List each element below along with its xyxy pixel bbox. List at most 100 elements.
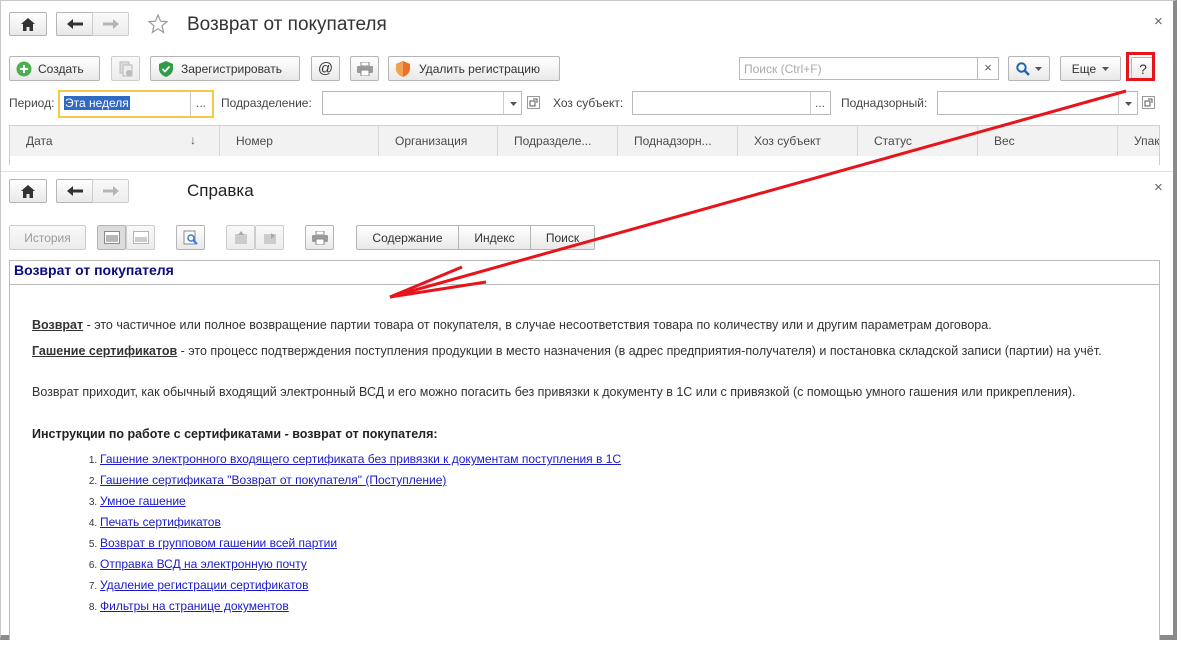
column-header-label: Поднадзорн... — [634, 134, 712, 148]
forward-button[interactable] — [92, 12, 129, 36]
find-in-page-button[interactable] — [176, 225, 205, 250]
help-print-button[interactable] — [305, 225, 334, 250]
divider — [810, 92, 811, 114]
copy-button[interactable] — [111, 56, 140, 81]
search-placeholder: Поиск (Ctrl+F) — [744, 62, 822, 76]
find-in-page-icon — [183, 230, 198, 245]
close-icon[interactable]: × — [1154, 179, 1163, 196]
instruction-link[interactable]: Гашение электронного входящего сертифика… — [100, 452, 621, 466]
column-header-subject[interactable]: Хоз субъект — [738, 126, 858, 156]
period-field[interactable]: Эта неделя ... — [58, 90, 214, 118]
back-arrow-icon — [66, 19, 83, 29]
column-header-label: Упак — [1134, 134, 1159, 148]
instruction-link[interactable]: Гашение сертификата "Возврат от покупате… — [100, 473, 446, 487]
column-header-label: Хоз субъект — [754, 134, 821, 148]
sort-arrow-icon: ↓ — [190, 133, 196, 147]
instruction-link[interactable]: Печать сертификатов — [100, 515, 221, 529]
star-icon[interactable] — [148, 14, 168, 34]
help-forward-button[interactable] — [92, 179, 129, 203]
more-button[interactable]: Еще — [1060, 56, 1121, 81]
hide-tree-button[interactable] — [126, 225, 155, 250]
list-item: Гашение сертификата "Возврат от покупате… — [100, 470, 621, 491]
column-header-organization[interactable]: Организация — [379, 126, 498, 156]
period-select-button[interactable]: ... — [196, 96, 206, 110]
close-icon[interactable]: × — [1154, 13, 1163, 30]
column-header-weight[interactable]: Вес — [978, 126, 1118, 156]
column-header-label: Дата — [26, 134, 53, 148]
tab-index[interactable]: Индекс — [458, 225, 531, 250]
subdivision-label: Подразделение: — [221, 96, 312, 110]
register-button[interactable]: Зарегистрировать — [150, 56, 300, 81]
prev-topic-icon — [234, 230, 247, 244]
column-header-label: Номер — [236, 134, 273, 148]
back-arrow-icon — [66, 186, 83, 196]
column-header-number[interactable]: Номер — [220, 126, 379, 156]
chevron-down-icon[interactable] — [1125, 102, 1132, 106]
instruction-link[interactable]: Отправка ВСД на электронную почту — [100, 557, 307, 571]
copy-icon — [119, 61, 132, 76]
history-button[interactable]: История — [9, 225, 86, 250]
prev-topic-button[interactable] — [226, 225, 255, 250]
list-item: Умное гашение — [100, 491, 621, 512]
chevron-down-icon — [1102, 66, 1110, 71]
create-button[interactable]: Создать — [9, 56, 100, 81]
instruction-link[interactable]: Фильтры на странице документов — [100, 599, 289, 613]
term-return: Возврат — [32, 318, 84, 332]
paragraph-text: - это частичное или полное возвращение п… — [83, 318, 992, 332]
shield-icon — [396, 60, 410, 77]
column-header-package[interactable]: Упак — [1118, 126, 1159, 156]
forward-arrow-icon — [102, 19, 119, 29]
more-label: Еще — [1071, 61, 1097, 76]
instruction-link[interactable]: Умное гашение — [100, 494, 186, 508]
search-clear-button[interactable]: × — [977, 57, 999, 80]
panel-icon — [103, 231, 120, 244]
page-title: Возврат от покупателя — [187, 14, 387, 35]
subject-label: Хоз субъект: — [553, 96, 624, 110]
chevron-down-icon[interactable] — [510, 102, 517, 106]
back-button[interactable] — [56, 12, 93, 36]
show-tree-button[interactable] — [97, 225, 126, 250]
period-label: Период: — [9, 96, 55, 110]
delete-registration-button[interactable]: Удалить регистрацию — [388, 56, 560, 81]
subject-select-button[interactable]: ... — [815, 96, 825, 110]
paragraph-text: - это процесс подтверждения поступления … — [177, 344, 1102, 358]
supervised-label: Поднадзорный: — [841, 96, 928, 110]
help-home-button[interactable] — [9, 179, 47, 203]
help-back-button[interactable] — [56, 179, 93, 203]
panel-icon — [132, 231, 149, 244]
instruction-link[interactable]: Возврат в групповом гашении всей партии — [100, 536, 337, 550]
search-button[interactable] — [1008, 56, 1050, 81]
next-topic-button[interactable] — [255, 225, 284, 250]
column-header-label: Организация — [395, 134, 468, 148]
column-header-label: Вес — [994, 134, 1015, 148]
subject-field[interactable]: ... — [632, 91, 831, 115]
instructions-heading: Инструкции по работе с сертификатами - в… — [32, 427, 438, 441]
open-form-icon[interactable] — [1142, 96, 1155, 109]
create-label: Создать — [38, 61, 84, 76]
instructions-list: Гашение электронного входящего сертифика… — [32, 449, 621, 617]
home-button[interactable] — [9, 12, 47, 36]
divider — [1, 171, 1173, 172]
supervised-field[interactable] — [937, 91, 1138, 115]
column-header-subdivision[interactable]: Подразделе... — [498, 126, 618, 156]
open-form-icon[interactable] — [527, 96, 540, 109]
column-header-date[interactable]: Дата ↓ — [10, 126, 220, 156]
list-item: Печать сертификатов — [100, 512, 621, 533]
column-header-label: Подразделе... — [514, 134, 592, 148]
email-button[interactable]: @ — [311, 56, 340, 81]
tab-search[interactable]: Поиск — [530, 225, 595, 250]
print-button[interactable] — [350, 56, 379, 81]
subdivision-field[interactable] — [322, 91, 522, 115]
divider — [10, 284, 1159, 285]
column-header-status[interactable]: Статус — [858, 126, 978, 156]
divider — [1118, 92, 1119, 114]
instruction-link[interactable]: Удаление регистрации сертификатов — [100, 578, 308, 592]
home-icon — [21, 184, 35, 198]
tab-contents[interactable]: Содержание — [356, 225, 459, 250]
help-paragraph-redemption: Гашение сертификатов - это процесс подтв… — [32, 343, 1102, 360]
search-input[interactable]: Поиск (Ctrl+F) — [739, 57, 978, 80]
column-header-supervised[interactable]: Поднадзорн... — [618, 126, 738, 156]
list-item: Отправка ВСД на электронную почту — [100, 554, 621, 575]
divider — [190, 92, 191, 116]
help-paragraph-return: Возврат - это частичное или полное возвр… — [32, 317, 1132, 334]
